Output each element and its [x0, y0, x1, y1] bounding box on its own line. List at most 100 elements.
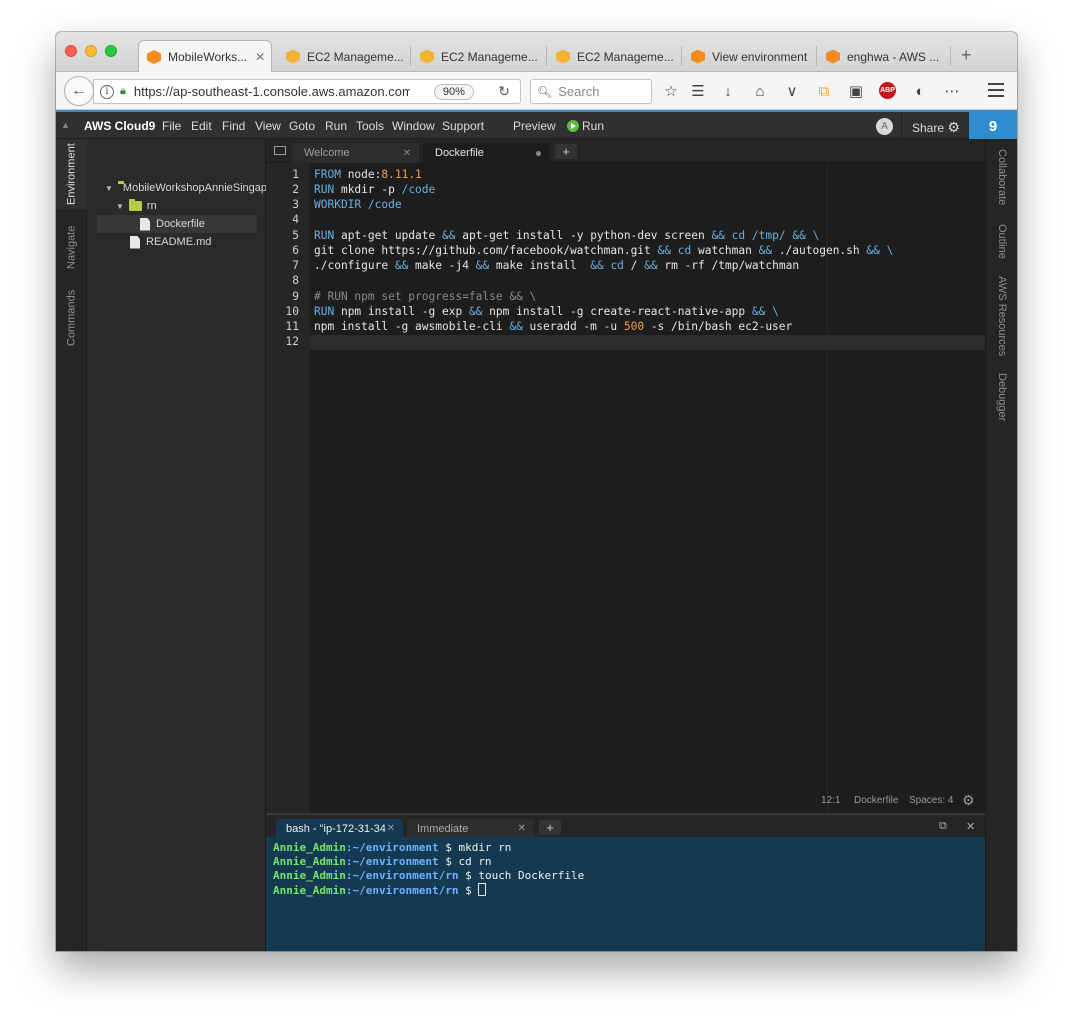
search-input[interactable]: 🔍︎ Search [530, 79, 652, 104]
extension-icon[interactable]: ⧉ [815, 82, 833, 100]
tab-outline[interactable]: Outline [986, 219, 1017, 263]
menu-edit[interactable]: Edit [191, 119, 212, 133]
expanded-arrow-icon[interactable]: ▼ [116, 202, 124, 211]
toggle-panel-icon[interactable] [274, 146, 286, 155]
browser-tab-ec2-2[interactable]: EC2 Manageme... [412, 41, 544, 72]
tab-bash[interactable]: bash - "ip-172-31-34 ✕ [276, 819, 403, 838]
tab-welcome[interactable]: Welcome ✕ [292, 143, 419, 163]
line-number: 8 [292, 274, 299, 287]
browser-window: MobileWorks... ✕ EC2 Manageme... EC2 Man… [56, 32, 1017, 951]
close-tab-icon[interactable]: ✕ [403, 148, 411, 159]
run-button[interactable]: Run [567, 119, 604, 133]
grammarly-icon[interactable]: ◐ [911, 82, 929, 100]
cloud-icon: 9 [988, 117, 998, 135]
home-icon[interactable]: ⌂ [751, 82, 769, 100]
collapse-menu-icon[interactable]: ▲ [61, 120, 70, 130]
code-line[interactable]: RUN mkdir -p /code [314, 183, 435, 196]
code-editor[interactable]: 1 2 3 4 5 6 7 8 9 10 11 12 FROM node:8.1… [266, 163, 985, 813]
terminal[interactable]: Annie_Admin:~/environment $ mkdir rn Ann… [266, 837, 985, 951]
line-number: 6 [292, 244, 299, 257]
cloud9-logo-button[interactable]: 9 [969, 112, 1017, 140]
extension-dots-icon[interactable]: ⋯ [943, 82, 961, 100]
browser-tab-strip: MobileWorks... ✕ EC2 Manageme... EC2 Man… [56, 32, 1017, 73]
new-tab-button[interactable]: + [961, 45, 972, 66]
expanded-arrow-icon[interactable]: ▼ [105, 184, 113, 193]
code-line[interactable]: git clone https://github.com/facebook/wa… [314, 244, 893, 257]
terminal-line: Annie_Admin:~/environment $ mkdir rn [273, 841, 512, 854]
tree-item-dockerfile[interactable]: Dockerfile [97, 215, 257, 233]
ghostery-icon[interactable]: ▣ [847, 82, 865, 100]
browser-tab-ec2-3[interactable]: EC2 Manageme... [548, 41, 678, 72]
unsaved-dot-icon[interactable] [536, 151, 541, 156]
code-line[interactable]: # RUN npm set progress=false && \ [314, 290, 536, 303]
reload-icon[interactable]: ↻ [498, 83, 510, 100]
tree-item-rn[interactable]: ▼ rn [87, 197, 266, 215]
tab-debugger[interactable]: Debugger [986, 369, 1017, 425]
bookmark-star-icon[interactable]: ☆ [662, 82, 680, 100]
right-panel-tabs: Collaborate Outline AWS Resources Debugg… [985, 139, 1017, 951]
editor-settings-gear-icon[interactable]: ⚙ [962, 792, 975, 809]
preview-button[interactable]: Preview [513, 119, 556, 133]
browser-tab-ec2-1[interactable]: EC2 Manageme... [278, 41, 408, 72]
tab-commands[interactable]: Commands [56, 283, 87, 353]
current-line-highlight [310, 335, 985, 350]
code-line[interactable]: FROM node:8.11.1 [314, 168, 422, 181]
tree-item-readme[interactable]: README.md [87, 233, 266, 251]
menu-file[interactable]: File [162, 119, 181, 133]
zoom-window-button[interactable] [105, 45, 117, 57]
close-tab-icon[interactable]: ✕ [387, 823, 395, 834]
url-bar[interactable]: i 🔒︎ https://ap-southeast-1.console.aws.… [93, 79, 521, 104]
tab-collaborate[interactable]: Collaborate [986, 145, 1017, 209]
file-tree: ⚙ ▼ MobileWorkshopAnnieSingap ▼ rn Docke… [87, 139, 283, 951]
browser-menu-icon[interactable] [988, 83, 1004, 101]
indent-setting[interactable]: Spaces: 4 [909, 795, 953, 806]
downloads-icon[interactable]: ↓ [719, 82, 737, 100]
aws-cloud9-favicon-icon [691, 49, 705, 64]
code-line[interactable]: ./configure && make -j4 && make install … [314, 259, 799, 272]
maximize-panel-icon[interactable]: ⧉ [939, 820, 947, 833]
close-tab-icon[interactable]: ✕ [255, 50, 265, 64]
menu-find[interactable]: Find [222, 119, 245, 133]
close-panel-icon[interactable]: ✕ [966, 820, 975, 833]
terminal-cursor [478, 883, 487, 896]
browser-tab-mobileworkshop[interactable]: MobileWorks... ✕ [138, 40, 272, 73]
url-text[interactable]: https://ap-southeast-1.console.aws.amazo… [134, 84, 410, 99]
menu-goto[interactable]: Goto [289, 119, 315, 133]
info-icon[interactable]: i [100, 84, 114, 99]
close-window-button[interactable] [65, 45, 77, 57]
menu-run[interactable]: Run [325, 119, 347, 133]
tab-immediate[interactable]: Immediate ✕ [407, 819, 534, 838]
tab-navigate[interactable]: Navigate [56, 217, 87, 277]
avatar[interactable]: A [876, 118, 893, 135]
menu-support[interactable]: Support [442, 119, 484, 133]
tab-dockerfile[interactable]: Dockerfile [423, 143, 550, 163]
adblock-plus-icon[interactable]: ABP [879, 82, 896, 99]
pocket-icon[interactable]: ∨ [783, 82, 801, 100]
tree-item-root[interactable]: ▼ MobileWorkshopAnnieSingap [87, 179, 266, 197]
lock-icon: 🔒︎ [120, 85, 126, 97]
code-line[interactable]: WORKDIR /code [314, 198, 402, 211]
browser-tab-enghwa[interactable]: enghwa - AWS ... [818, 41, 948, 72]
share-button[interactable]: Share ⚙ [901, 112, 969, 140]
syntax-mode[interactable]: Dockerfile [854, 795, 898, 806]
browser-tab-view-environment[interactable]: View environment [683, 41, 813, 72]
menu-window[interactable]: Window [392, 119, 435, 133]
code-line[interactable]: RUN npm install -g exp && npm install -g… [314, 305, 779, 318]
close-tab-icon[interactable]: ✕ [518, 823, 526, 834]
menu-view[interactable]: View [255, 119, 281, 133]
code-line[interactable]: RUN apt-get update && apt-get install -y… [314, 229, 819, 242]
cursor-position[interactable]: 12:1 [821, 795, 840, 806]
cloud9-brand[interactable]: AWS Cloud9 [84, 119, 155, 133]
menu-tools[interactable]: Tools [356, 119, 384, 133]
minimize-window-button[interactable] [85, 45, 97, 57]
zoom-level-badge[interactable]: 90% [433, 83, 474, 100]
line-number: 1 [292, 168, 299, 181]
tab-aws-resources[interactable]: AWS Resources [986, 273, 1017, 359]
back-arrow-icon: ← [71, 82, 87, 99]
tab-environment[interactable]: Environment [56, 139, 87, 209]
new-editor-tab-button[interactable]: + [555, 144, 577, 159]
back-button[interactable]: ← [64, 76, 94, 106]
reading-list-icon[interactable]: ☰ [689, 82, 707, 100]
new-terminal-tab-button[interactable]: + [539, 820, 561, 835]
code-line[interactable]: npm install -g awsmobile-cli && useradd … [314, 320, 792, 333]
